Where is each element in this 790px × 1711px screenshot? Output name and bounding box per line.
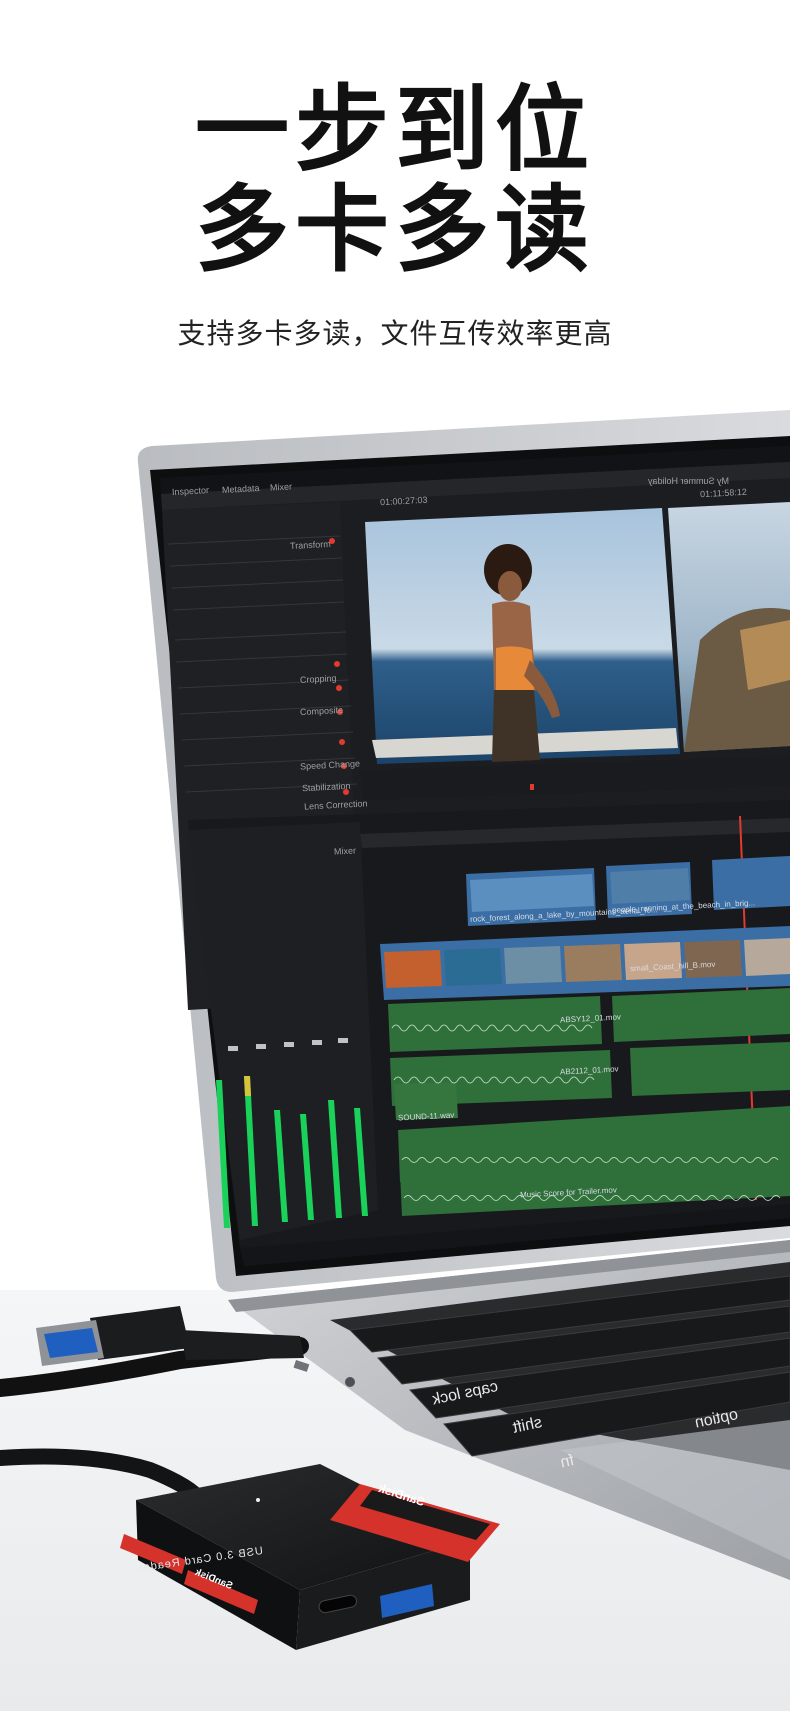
prop-transform[interactable]: Transform [290, 539, 331, 551]
tab-metadata[interactable]: Metadata [222, 483, 260, 495]
project-title: My Summer Holiday [648, 476, 730, 486]
prop-cropping[interactable]: Cropping [300, 673, 337, 685]
tab-mixer[interactable]: Mixer [270, 481, 292, 492]
viewer-image-right [668, 502, 790, 752]
mixer-title: Mixer [333, 845, 357, 857]
product-scene [0, 410, 790, 1711]
tab-inspector[interactable]: Inspector [172, 485, 210, 497]
viewer-image-left [365, 508, 680, 764]
